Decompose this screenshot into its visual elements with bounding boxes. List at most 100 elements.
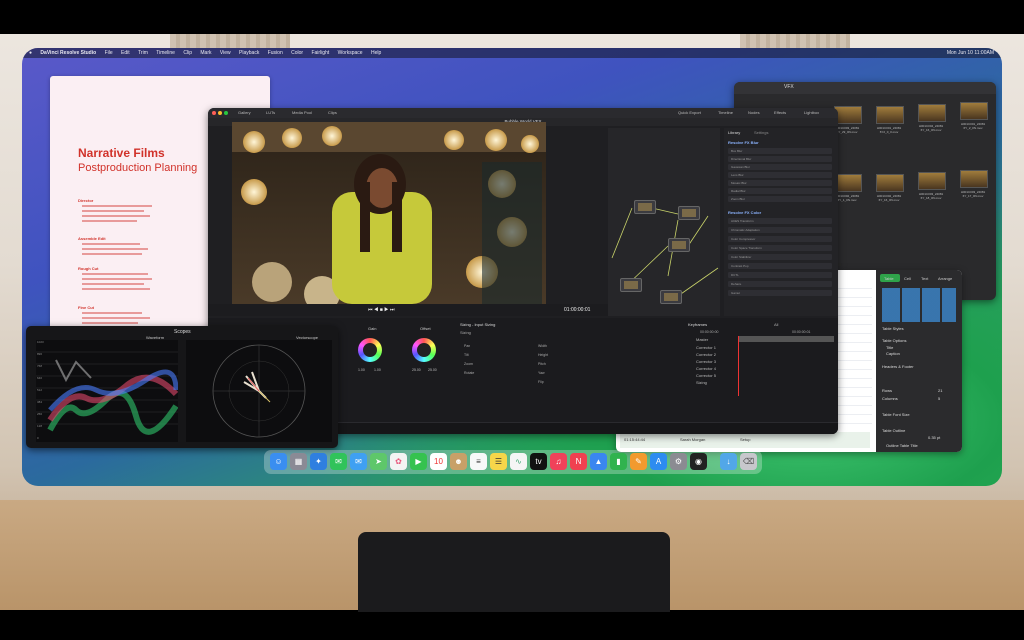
close-button[interactable] [212,111,216,115]
messages-icon[interactable]: ✉ [330,453,347,470]
scopes-window[interactable]: Scopes Waveform Vectorscope 1023 896 768… [26,326,338,448]
menu-timeline[interactable]: Timeline [156,48,175,58]
node-04[interactable] [620,278,642,292]
columns-stepper[interactable]: 5 [938,396,940,401]
fx-item[interactable]: Directional Blur [728,156,832,162]
video-thumbnail[interactable] [876,174,904,192]
tab-effects[interactable]: Effects [774,109,786,117]
title-checkbox[interactable]: Title [886,345,893,350]
fx-item[interactable]: Color Space Transform [728,245,832,251]
node-editor[interactable] [608,128,720,316]
tab-gallery[interactable]: Gallery [238,109,251,117]
wheel-value[interactable]: 1.00 [374,368,381,372]
keyframe-row[interactable]: Sizing [696,380,707,385]
trash-icon[interactable]: ⌫ [740,453,757,470]
zoom-button[interactable] [224,111,228,115]
node-03[interactable] [668,238,690,252]
table-style-presets[interactable] [882,288,956,322]
tab-table[interactable]: Table [884,276,894,281]
menu-fairlight[interactable]: Fairlight [311,48,329,58]
keyframe-row[interactable]: Corrector 3 [696,359,716,364]
fx-item[interactable]: Zoom Blur [728,196,832,202]
file-name[interactable]: H001C001_24081 6Y_2_0N.mov [953,122,993,130]
tab-cell[interactable]: Cell [904,276,911,281]
menu-edit[interactable]: Edit [121,48,130,58]
photos-icon[interactable]: ✿ [390,453,407,470]
file-name[interactable]: H001C001_24081 6Y2_0_0.mov [869,126,909,134]
tab-lightbox[interactable]: Lightbox [804,109,819,117]
node-01[interactable] [634,200,656,214]
fx-item[interactable]: Box Blur [728,148,832,154]
video-thumbnail[interactable] [960,102,988,120]
freeform-icon[interactable]: ∿ [510,453,527,470]
keyframe-row[interactable]: Corrector 1 [696,345,716,350]
node-02[interactable] [678,206,700,220]
system-settings-icon[interactable]: ⚙ [670,453,687,470]
file-name[interactable]: H001C003_24081 6Y_17_0N.mov [953,190,993,198]
wheel-value[interactable]: 25.00 [412,368,421,372]
app-store-icon[interactable]: A [650,453,667,470]
table-cell[interactable]: Sarah Morgan [680,437,705,442]
video-thumbnail[interactable] [876,106,904,124]
playhead[interactable] [738,336,739,396]
tab-media-pool[interactable]: Media Pool [292,109,312,117]
file-name[interactable]: H001C004_24081 6Y_16_0N.mov [911,124,951,132]
music-icon[interactable]: ♫ [550,453,567,470]
gain-color-wheel[interactable] [358,338,382,362]
downloads-folder-icon[interactable]: ↓ [720,453,737,470]
tab-clips[interactable]: Clips [328,109,337,117]
table-cell[interactable]: 01:15:44:44 [624,437,645,442]
video-thumbnail[interactable] [834,174,862,192]
keyframe-row[interactable]: Corrector 4 [696,366,716,371]
davinci-resolve-icon[interactable]: ◉ [690,453,707,470]
file-name[interactable]: H001C002_24081 6Y_16_0N.mov [869,194,909,202]
fx-item[interactable]: Gaussian Blur [728,164,832,170]
minimize-button[interactable] [218,111,222,115]
menu-clip[interactable]: Clip [183,48,192,58]
numbers-icon[interactable]: ▮ [610,453,627,470]
fx-group-blur[interactable]: Resolve FX Blur [728,140,759,145]
pages-icon[interactable]: ✎ [630,453,647,470]
menu-file[interactable]: File [105,48,113,58]
menu-app-name[interactable]: DaVinci Resolve Studio [40,48,96,58]
library-tab[interactable]: Library [728,130,740,135]
fx-item[interactable]: ACES Transform [728,218,832,224]
menu-help[interactable]: Help [371,48,381,58]
keyframe-row[interactable]: Master [696,337,708,342]
fx-item[interactable]: Color Stabilizer [728,254,832,260]
video-viewer[interactable] [232,122,546,312]
tab-arrange[interactable]: Arrange [938,276,952,281]
keynote-icon[interactable]: ▲ [590,453,607,470]
tab-text[interactable]: Text [921,276,928,281]
effects-library[interactable]: Library Settings Resolve FX Blur Box Blu… [724,128,838,316]
sizing-mode-select[interactable]: Sizing [460,330,471,335]
node-05[interactable] [660,290,682,304]
safari-icon[interactable]: ✦ [310,453,327,470]
contacts-icon[interactable]: ☻ [450,453,467,470]
fx-item[interactable]: Contrast Pop [728,263,832,269]
video-thumbnail[interactable] [960,170,988,188]
news-icon[interactable]: N [570,453,587,470]
fx-item[interactable]: DCTL [728,272,832,278]
offset-color-wheel[interactable] [412,338,436,362]
menubar-clock[interactable]: Mon Jun 10 11:00AM [947,48,994,58]
video-thumbnail[interactable] [834,106,862,124]
facetime-icon[interactable]: ▶ [410,453,427,470]
keyframe-row[interactable]: Corrector 2 [696,352,716,357]
fx-item[interactable]: Lens Blur [728,172,832,178]
settings-tab[interactable]: Settings [754,130,768,135]
fx-item[interactable]: Gamut [728,290,832,296]
keyframe-master-track[interactable] [738,336,834,342]
finder-icon[interactable]: ☺ [270,453,287,470]
mail-icon[interactable]: ✉ [350,453,367,470]
menu-color[interactable]: Color [291,48,303,58]
fx-item[interactable]: Chromatic Adaptation [728,227,832,233]
maps-icon[interactable]: ➤ [370,453,387,470]
keyframes-filter[interactable]: All [774,322,778,327]
fx-item[interactable]: Radial Blur [728,188,832,194]
reminders-icon[interactable]: ≡ [470,453,487,470]
menu-playback[interactable]: Playback [239,48,259,58]
fx-item[interactable]: Color Compressor [728,236,832,242]
keyframe-row[interactable]: Corrector 5 [696,373,716,378]
tab-luts[interactable]: LUTs [266,109,275,117]
